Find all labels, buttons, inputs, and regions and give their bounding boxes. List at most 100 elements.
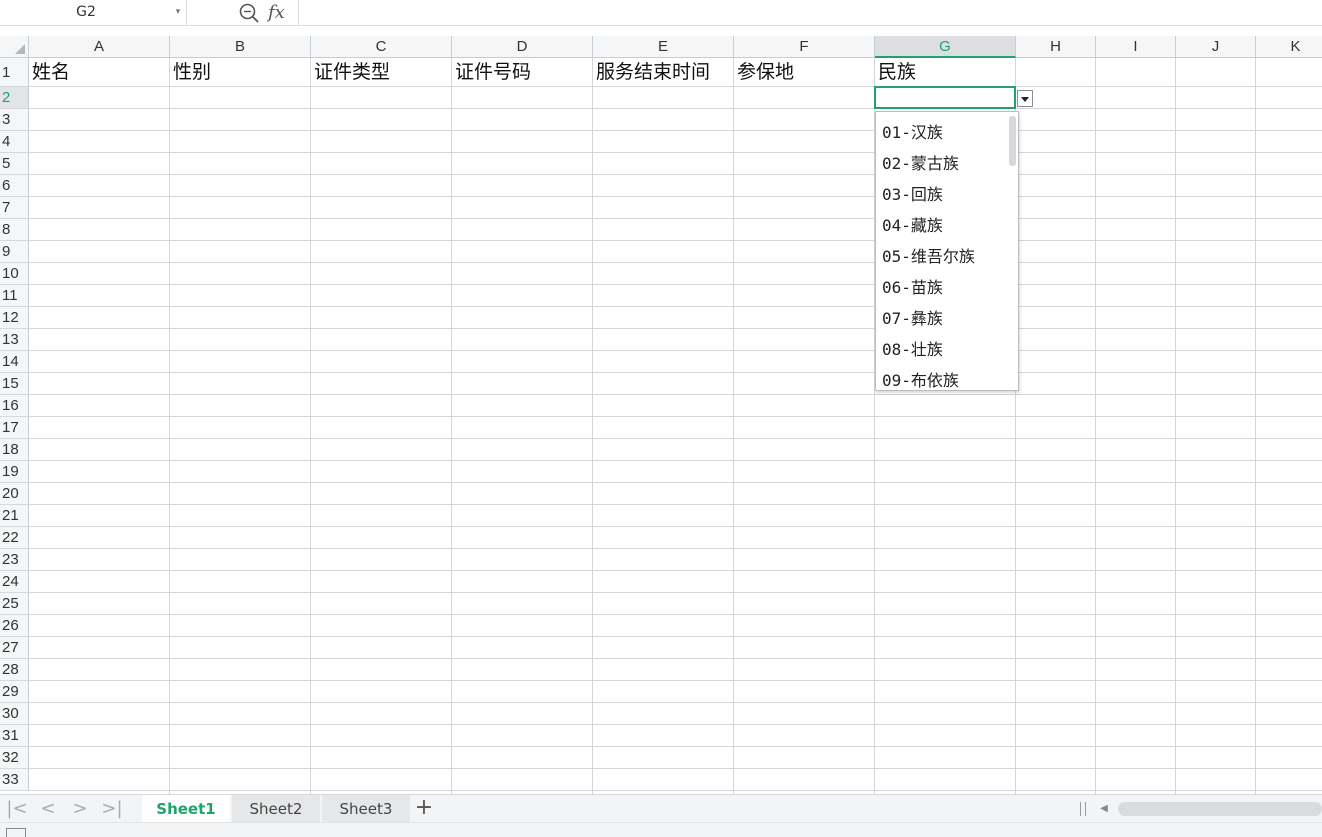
spreadsheet-grid[interactable]: A B C D E F G H I J K 1 2 3 4 5 6 7 8 9 10 11 12 13 14 15 16 17 18 19… bbox=[0, 36, 1322, 794]
dropdown-option[interactable]: 06-苗族 bbox=[876, 272, 1006, 303]
prev-sheet-icon[interactable]: < bbox=[33, 795, 63, 823]
column-header-j[interactable]: J bbox=[1176, 36, 1256, 58]
row-header-3[interactable]: 3 bbox=[0, 109, 29, 131]
row-gridline bbox=[29, 658, 1322, 659]
name-box-dropdown-icon[interactable]: ▾ bbox=[172, 0, 184, 25]
row-header-31[interactable]: 31 bbox=[0, 725, 29, 747]
row-header-24[interactable]: 24 bbox=[0, 571, 29, 593]
row-header-14[interactable]: 14 bbox=[0, 351, 29, 373]
first-sheet-icon[interactable]: |< bbox=[2, 795, 32, 823]
row-header-20[interactable]: 20 bbox=[0, 483, 29, 505]
horizontal-scrollbar[interactable] bbox=[1118, 802, 1322, 816]
column-header-c[interactable]: C bbox=[311, 36, 452, 58]
function-icon[interactable]: fx bbox=[268, 0, 285, 25]
row-header-33[interactable]: 33 bbox=[0, 769, 29, 791]
column-header-a[interactable]: A bbox=[29, 36, 170, 58]
sheet-tab-sheet2[interactable]: Sheet2 bbox=[232, 795, 320, 823]
row-header-6[interactable]: 6 bbox=[0, 175, 29, 197]
column-gridline bbox=[1175, 58, 1176, 794]
row-gridline bbox=[29, 196, 1322, 197]
dropdown-option[interactable]: 08-壮族 bbox=[876, 334, 1006, 365]
row-gridline bbox=[29, 350, 1322, 351]
column-header-e[interactable]: E bbox=[593, 36, 734, 58]
validation-dropdown-list[interactable]: 01-汉族 02-蒙古族 03-回族 04-藏族 05-维吾尔族 06-苗族 07-彝族 08… bbox=[875, 111, 1019, 391]
row-header-13[interactable]: 13 bbox=[0, 329, 29, 351]
select-all-corner[interactable] bbox=[0, 36, 29, 58]
view-mode-icon[interactable] bbox=[6, 828, 26, 837]
dropdown-option[interactable]: 02-蒙古族 bbox=[876, 148, 1006, 179]
row-header-25[interactable]: 25 bbox=[0, 593, 29, 615]
row-header-1[interactable]: 1 bbox=[0, 58, 29, 87]
row-gridline bbox=[29, 614, 1322, 615]
column-gridline bbox=[592, 58, 593, 794]
row-header-26[interactable]: 26 bbox=[0, 615, 29, 637]
column-header-d[interactable]: D bbox=[452, 36, 593, 58]
row-header-9[interactable]: 9 bbox=[0, 241, 29, 263]
dropdown-option[interactable]: 07-彝族 bbox=[876, 303, 1006, 334]
dropdown-option[interactable]: 01-汉族 bbox=[876, 117, 1006, 148]
row-header-12[interactable]: 12 bbox=[0, 307, 29, 329]
row-header-10[interactable]: 10 bbox=[0, 263, 29, 285]
header-cell-d[interactable]: 证件号码 bbox=[452, 58, 593, 87]
dropdown-option[interactable]: 03-回族 bbox=[876, 179, 1006, 210]
sheet-tab-sheet3[interactable]: Sheet3 bbox=[322, 795, 410, 823]
add-sheet-icon[interactable]: + bbox=[410, 795, 438, 823]
column-gridline bbox=[733, 58, 734, 794]
column-header-b[interactable]: B bbox=[170, 36, 311, 58]
dropdown-scrollbar[interactable] bbox=[1009, 116, 1016, 166]
formula-input[interactable] bbox=[300, 0, 1322, 25]
row-header-19[interactable]: 19 bbox=[0, 461, 29, 483]
row-header-8[interactable]: 8 bbox=[0, 219, 29, 241]
header-cell-c[interactable]: 证件类型 bbox=[311, 58, 452, 87]
dropdown-option[interactable]: 09-布依族 bbox=[876, 365, 1006, 390]
header-cell-e[interactable]: 服务结束时间 bbox=[593, 58, 734, 87]
row-header-30[interactable]: 30 bbox=[0, 703, 29, 725]
row-gridline bbox=[29, 592, 1322, 593]
column-header-f[interactable]: F bbox=[734, 36, 875, 58]
last-sheet-icon[interactable]: >| bbox=[97, 795, 127, 823]
row-gridline bbox=[29, 394, 1322, 395]
header-cell-a[interactable]: 姓名 bbox=[29, 58, 170, 87]
row-gridline bbox=[29, 702, 1322, 703]
column-header-h[interactable]: H bbox=[1016, 36, 1096, 58]
active-cell-g2[interactable] bbox=[874, 86, 1016, 109]
split-handle-icon[interactable] bbox=[1080, 802, 1086, 816]
column-gridline bbox=[310, 58, 311, 794]
row-header-21[interactable]: 21 bbox=[0, 505, 29, 527]
row-header-11[interactable]: 11 bbox=[0, 285, 29, 307]
column-header-g[interactable]: G bbox=[875, 36, 1016, 58]
header-cell-g[interactable]: 民族 bbox=[875, 58, 1016, 87]
row-header-29[interactable]: 29 bbox=[0, 681, 29, 703]
row-header-22[interactable]: 22 bbox=[0, 527, 29, 549]
row-gridline bbox=[29, 328, 1322, 329]
scroll-left-icon[interactable]: ◀ bbox=[1096, 795, 1112, 823]
dropdown-option[interactable]: 05-维吾尔族 bbox=[876, 241, 1006, 272]
row-header-7[interactable]: 7 bbox=[0, 197, 29, 219]
header-cell-b[interactable]: 性别 bbox=[170, 58, 311, 87]
formula-divider bbox=[298, 0, 299, 25]
sheet-tab-sheet1[interactable]: Sheet1 bbox=[142, 795, 230, 823]
row-header-17[interactable]: 17 bbox=[0, 417, 29, 439]
row-header-5[interactable]: 5 bbox=[0, 153, 29, 175]
name-box[interactable]: G2 ▾ bbox=[0, 0, 187, 25]
next-sheet-icon[interactable]: > bbox=[65, 795, 95, 823]
row-header-28[interactable]: 28 bbox=[0, 659, 29, 681]
row-header-15[interactable]: 15 bbox=[0, 373, 29, 395]
row-header-32[interactable]: 32 bbox=[0, 747, 29, 769]
dropdown-option[interactable]: 04-藏族 bbox=[876, 210, 1006, 241]
row-gridline bbox=[29, 130, 1322, 131]
header-cell-f[interactable]: 参保地 bbox=[734, 58, 875, 87]
zoom-icon[interactable] bbox=[238, 2, 260, 24]
row-header-16[interactable]: 16 bbox=[0, 395, 29, 417]
row-header-2[interactable]: 2 bbox=[0, 87, 29, 109]
row-header-23[interactable]: 23 bbox=[0, 549, 29, 571]
row-header-27[interactable]: 27 bbox=[0, 637, 29, 659]
row-gridline bbox=[29, 504, 1322, 505]
status-bar bbox=[0, 822, 1322, 837]
row-gridline bbox=[29, 570, 1322, 571]
column-header-k[interactable]: K bbox=[1256, 36, 1322, 58]
row-header-18[interactable]: 18 bbox=[0, 439, 29, 461]
dropdown-arrow-button[interactable] bbox=[1017, 90, 1033, 107]
column-header-i[interactable]: I bbox=[1096, 36, 1176, 58]
row-header-4[interactable]: 4 bbox=[0, 131, 29, 153]
